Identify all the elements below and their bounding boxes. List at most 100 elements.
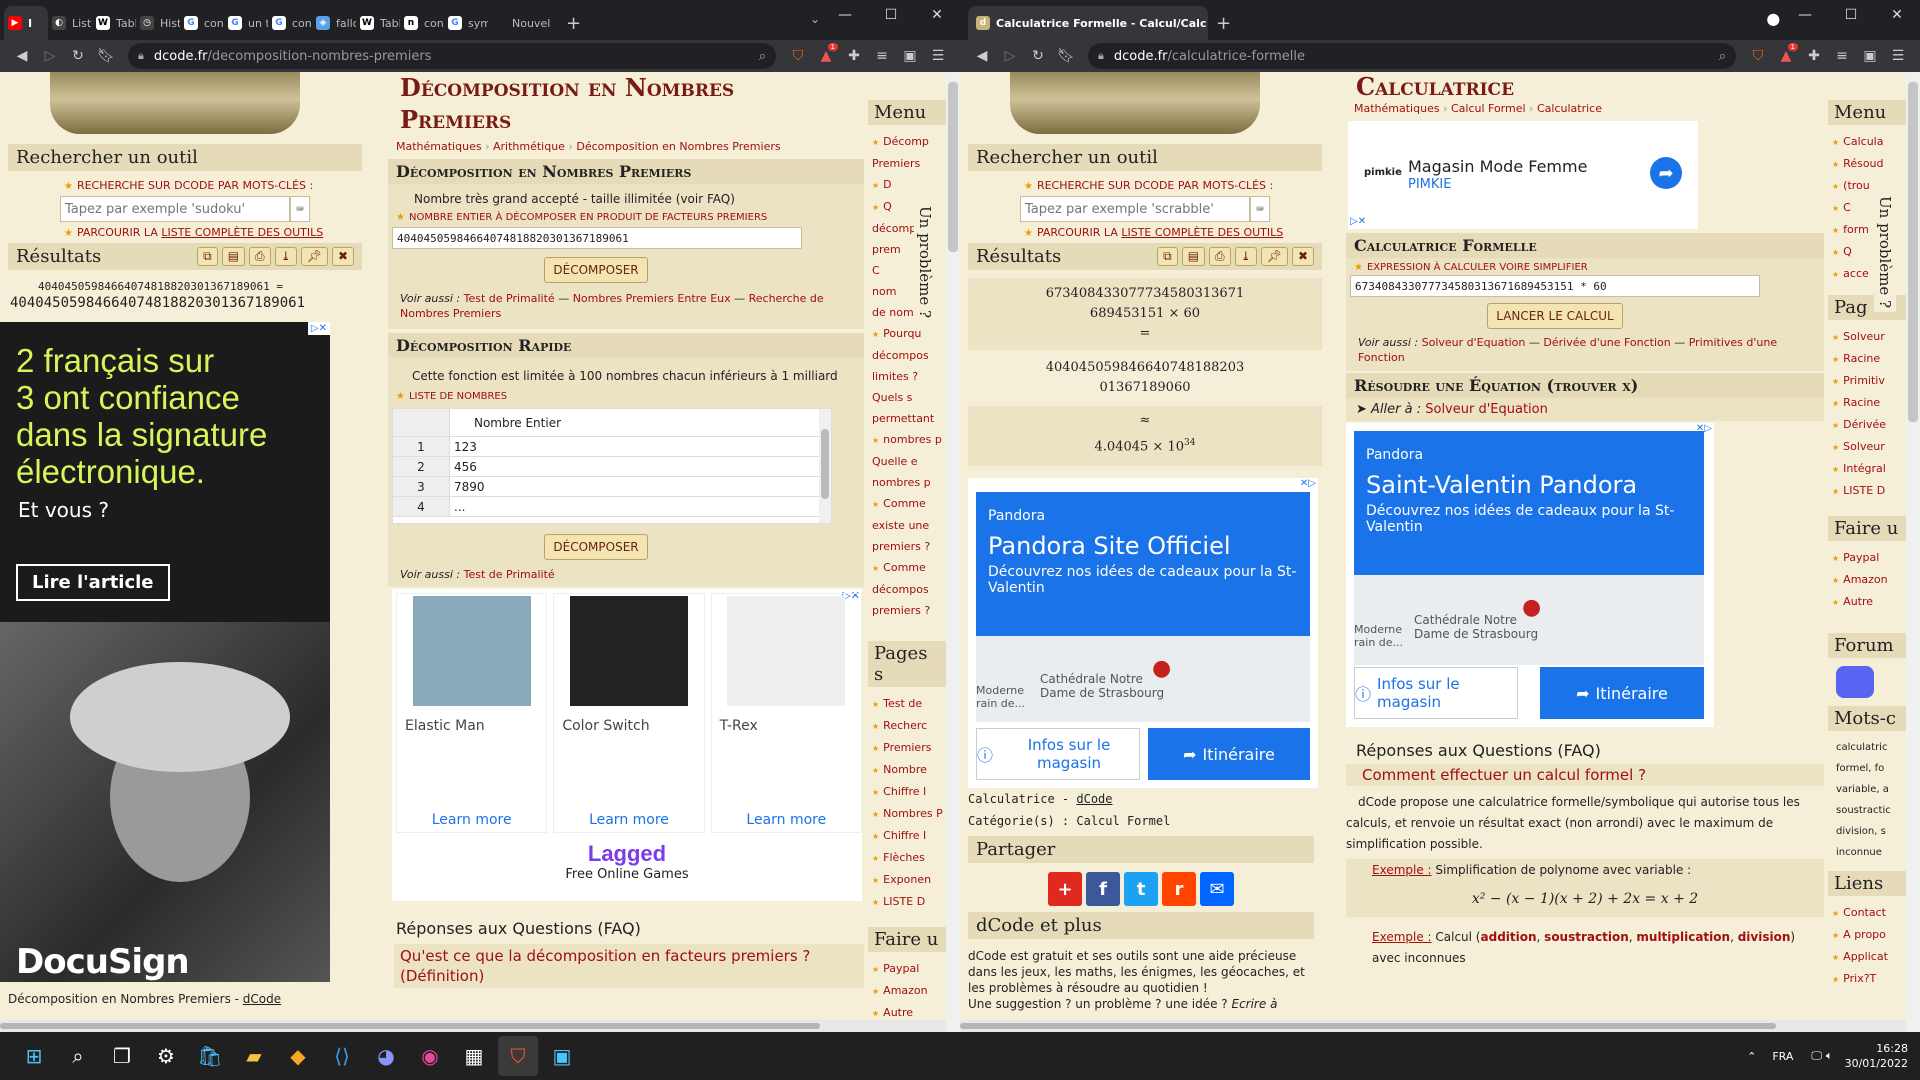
close-window-button[interactable]: ✕ bbox=[1874, 0, 1920, 30]
similar-page-item[interactable]: ★ Recherc bbox=[872, 715, 946, 737]
docusign-ad[interactable]: ▷✕ 2 français sur 3 ont confiance dans l… bbox=[0, 322, 330, 982]
row-value[interactable]: ... bbox=[449, 497, 585, 516]
problem-tab[interactable]: Un problème ? bbox=[914, 202, 936, 323]
similar-page-item[interactable]: ★ Solveur bbox=[1832, 436, 1906, 458]
search-input[interactable] bbox=[60, 196, 290, 222]
crumb-2[interactable]: Arithmétique bbox=[493, 140, 565, 153]
table-row[interactable]: 2 456 bbox=[393, 457, 831, 477]
store-icon[interactable]: 🛍︎ bbox=[190, 1036, 230, 1076]
similar-page-item[interactable]: ★ Test de bbox=[872, 693, 946, 715]
adchoices-icon[interactable]: ▷✕ bbox=[1350, 216, 1366, 227]
share-plus-icon[interactable]: + bbox=[1048, 872, 1082, 906]
similar-page-item[interactable]: ★ Intégral bbox=[1832, 458, 1906, 480]
page-scrollbar[interactable] bbox=[946, 72, 960, 1032]
horizontal-scrollbar[interactable] bbox=[960, 1020, 1906, 1032]
brave-shield-icon[interactable]: ⛉ bbox=[1744, 42, 1772, 70]
donate-item[interactable]: ★ Amazon bbox=[1832, 569, 1906, 591]
menu-item[interactable]: permettant bbox=[872, 408, 946, 429]
email-icon[interactable]: ✉ bbox=[1200, 872, 1234, 906]
numbers-table[interactable]: Nombre Entier 1 123 2 456 3 7890 4... bbox=[392, 408, 832, 524]
minimize-button[interactable]: — bbox=[822, 0, 868, 30]
similar-page-item[interactable]: ★ Racine bbox=[1832, 392, 1906, 414]
crumb-3[interactable]: Calculatrice bbox=[1537, 102, 1602, 115]
crumb-2[interactable]: Calcul Formel bbox=[1451, 102, 1526, 115]
game-card[interactable]: T-Rex Learn more bbox=[710, 593, 862, 833]
ad-cta-button[interactable]: Lire l'article bbox=[16, 564, 170, 601]
discord-icon[interactable] bbox=[1836, 666, 1874, 698]
tab-7[interactable]: Gconv bbox=[268, 6, 312, 40]
ad-title[interactable]: Pandora Site Officiel bbox=[988, 532, 1298, 560]
similar-page-item[interactable]: ★ Flèches bbox=[872, 847, 946, 869]
menu-item[interactable]: premiers ? bbox=[872, 600, 946, 621]
menu-icon[interactable]: ☰ bbox=[924, 42, 952, 70]
see-also-2-link[interactable]: Test de Primalité bbox=[464, 568, 555, 581]
menu-item[interactable]: décompos bbox=[872, 345, 946, 366]
menu-item[interactable]: premiers ? bbox=[872, 536, 946, 557]
crumb-1[interactable]: Mathématiques bbox=[396, 140, 482, 153]
clock[interactable]: 16:28 30/01/2022 bbox=[1845, 1041, 1908, 1071]
number-input[interactable] bbox=[392, 227, 802, 249]
tab-10[interactable]: nconv bbox=[400, 6, 444, 40]
wallet-icon[interactable]: ▣ bbox=[896, 42, 924, 70]
print-icon[interactable]: ⎙ bbox=[1209, 247, 1231, 266]
menu-item[interactable]: ★ D bbox=[872, 174, 946, 196]
store-info-button[interactable]: ⓘ Infos sur le magasin bbox=[976, 728, 1140, 780]
tab-9[interactable]: W Tabl bbox=[356, 6, 400, 40]
donate-item[interactable]: ★ Amazon bbox=[872, 980, 946, 1002]
link-item[interactable]: ★ A propo bbox=[1832, 924, 1906, 946]
row-value[interactable]: 456 bbox=[449, 457, 585, 476]
language-indicator[interactable]: FRA bbox=[1772, 1050, 1793, 1063]
game-card[interactable]: Elastic Man Learn more bbox=[396, 593, 548, 833]
faq-question-1[interactable]: Comment effectuer un calcul formel ? bbox=[1346, 764, 1824, 786]
forward-icon[interactable]: ▷ bbox=[996, 42, 1024, 70]
calculator-icon[interactable]: ▦ bbox=[454, 1036, 494, 1076]
extensions-icon[interactable]: ✚ bbox=[840, 42, 868, 70]
save-icon[interactable]: ▤ bbox=[221, 247, 246, 266]
start-icon[interactable]: ⊞ bbox=[14, 1036, 54, 1076]
similar-page-item[interactable]: ★ Premiers bbox=[872, 737, 946, 759]
task-view-icon[interactable]: ❐ bbox=[102, 1036, 142, 1076]
menu-item[interactable]: nombres p bbox=[872, 472, 946, 493]
similar-page-item[interactable]: ★ Nombre bbox=[872, 759, 946, 781]
menu-item[interactable]: ★ Résoud bbox=[1832, 153, 1906, 175]
reload-icon[interactable]: ↻ bbox=[64, 42, 92, 70]
similar-page-item[interactable]: ★ Dérivée bbox=[1832, 414, 1906, 436]
layers-app-icon[interactable]: ◆ bbox=[278, 1036, 318, 1076]
menu-icon[interactable]: ☰ bbox=[1884, 42, 1912, 70]
full-list-link[interactable]: ★ PARCOURIR LA LISTE COMPLÈTE DES OUTILS bbox=[64, 226, 370, 239]
similar-page-item[interactable]: ★ Solveur bbox=[1832, 326, 1906, 348]
adchoices-icon[interactable]: ✕▷ bbox=[1300, 478, 1316, 489]
zoom-icon[interactable]: ⌕ bbox=[1719, 49, 1726, 64]
table-row[interactable]: 1 123 bbox=[393, 437, 831, 457]
store-info-button[interactable]: ⓘ Infos sur le magasin bbox=[1354, 667, 1518, 719]
tab-4[interactable]: ◷ Hist bbox=[136, 6, 180, 40]
tab-1[interactable]: ▶ I bbox=[4, 6, 48, 40]
address-bar[interactable]: 🔒︎ dcode.fr/calculatrice-formelle ⌕ bbox=[1088, 43, 1736, 69]
brave-rewards-icon[interactable]: ▲ 1 bbox=[812, 42, 840, 70]
expression-input[interactable] bbox=[1350, 275, 1760, 297]
droplet-app-icon[interactable]: ◉ bbox=[410, 1036, 450, 1076]
tab-8[interactable]: ◈ fallo bbox=[312, 6, 356, 40]
save-icon[interactable]: ▤ bbox=[1181, 247, 1206, 266]
new-tab-button[interactable]: + bbox=[558, 6, 589, 40]
tray-chevron-icon[interactable]: ⌃ bbox=[1747, 1050, 1756, 1063]
menu-item[interactable]: ★ Comme bbox=[872, 493, 946, 515]
donate-item[interactable]: ★ Autre bbox=[1832, 591, 1906, 613]
vscode-icon[interactable]: ⟨⟩ bbox=[322, 1036, 362, 1076]
menu-item[interactable]: ★ Calcula bbox=[1832, 131, 1906, 153]
settings-icon[interactable]: ⚙ bbox=[146, 1036, 186, 1076]
maximize-button[interactable]: ☐ bbox=[868, 0, 914, 30]
pandora-ad[interactable]: ✕▷ Pandora Pandora Site Officiel Découvr… bbox=[968, 478, 1318, 788]
menu-item[interactable]: Quels s bbox=[872, 387, 946, 408]
reddit-icon[interactable]: r bbox=[1162, 872, 1196, 906]
pin-icon[interactable]: 📌︎ bbox=[300, 247, 328, 266]
similar-page-item[interactable]: ★ LISTE D bbox=[872, 891, 946, 913]
tab-6[interactable]: Gun t bbox=[224, 6, 268, 40]
full-list-link[interactable]: ★ PARCOURIR LA LISTE COMPLÈTE DES OUTILS bbox=[1024, 226, 1330, 239]
reload-icon[interactable]: ↻ bbox=[1024, 42, 1052, 70]
donate-item[interactable]: ★ Paypal bbox=[872, 958, 946, 980]
menu-item[interactable]: Premiers bbox=[872, 153, 946, 174]
faq-question-1[interactable]: Qu'est ce que la décomposition en facteu… bbox=[394, 944, 864, 988]
crumb-3[interactable]: Décomposition en Nombres Premiers bbox=[576, 140, 780, 153]
see-also-link-1[interactable]: Test de Primalité bbox=[464, 292, 555, 305]
